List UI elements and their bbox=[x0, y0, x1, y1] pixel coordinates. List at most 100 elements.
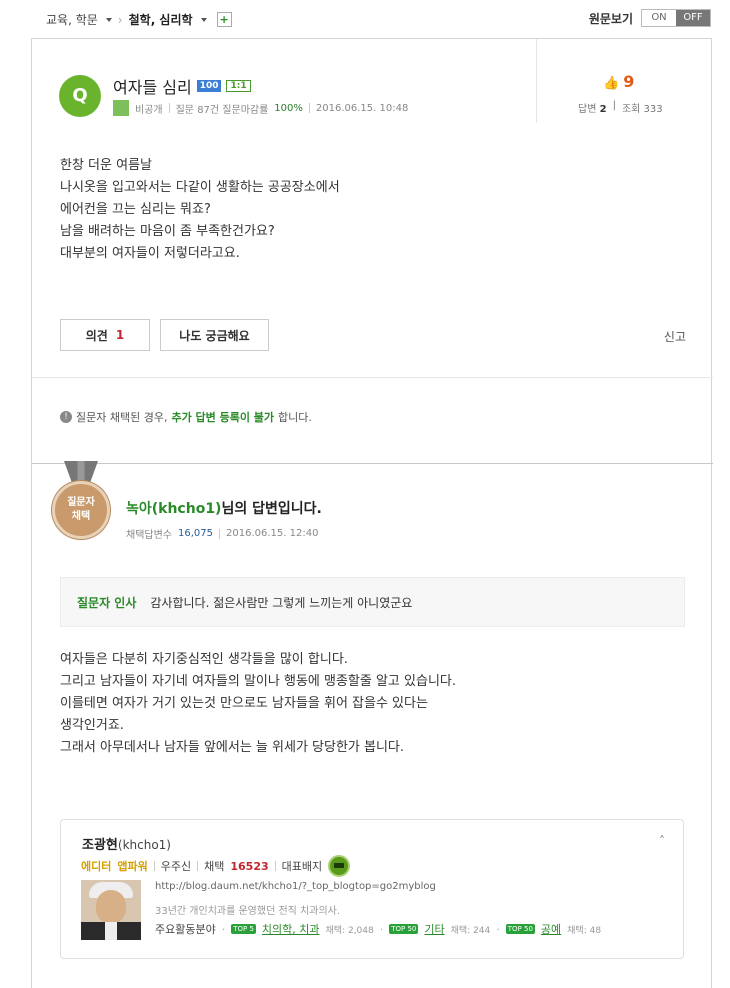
header-divider bbox=[536, 39, 537, 123]
toggle-off-button[interactable]: OFF bbox=[676, 10, 710, 26]
question-actions: 의견 1 나도 궁금해요 신고 bbox=[60, 319, 686, 351]
answer-line: 생각인거죠. bbox=[60, 718, 124, 733]
meta-divider bbox=[153, 861, 155, 871]
adopt-label: 채택 bbox=[204, 860, 225, 873]
field-count: 채택: 48 bbox=[567, 925, 602, 936]
level-name: 우주신 bbox=[160, 860, 192, 873]
answer-line: 여자들은 다분히 자기중심적인 생각들을 많이 합니다. bbox=[60, 652, 348, 667]
blog-link[interactable]: http://blog.daum.net/khcho1/?_top_blogto… bbox=[155, 881, 436, 892]
profile-intro: 33년간 개인치과를 운영했던 전직 치과의사. bbox=[155, 906, 341, 917]
fields-label: 주요활동분야 bbox=[155, 923, 216, 936]
add-category-button[interactable]: + bbox=[216, 12, 232, 27]
adopt-label: 채택답변수 bbox=[126, 530, 172, 541]
rank-badge: TOP 50 bbox=[389, 924, 419, 934]
answer-line: 그래서 아무데서나 남자들 앞에서는 늘 위세가 당당한가 봅니다. bbox=[60, 740, 405, 755]
question-stats: 질문 87건 질문마감률 bbox=[175, 104, 269, 116]
meta-divider bbox=[219, 528, 220, 539]
medal-line2: 채택 bbox=[71, 511, 91, 522]
answer-line: 그리고 남자들이 자기네 여자들의 말이나 행동에 맹종할줄 알고 있습니다. bbox=[60, 674, 456, 689]
breadcrumb-category[interactable]: 교육, 학문 bbox=[46, 11, 98, 28]
activity-fields: 주요활동분야 · TOP 5 치의학, 치과 채택: 2,048 · TOP 5… bbox=[155, 921, 602, 937]
dropdown-arrow-icon[interactable] bbox=[105, 17, 112, 22]
answer-meta: 채택답변수 16,075 2016.06.15. 12:40 bbox=[126, 526, 318, 541]
dropdown-arrow-icon[interactable] bbox=[200, 17, 207, 22]
medal-icon: 질문자 채택 bbox=[52, 481, 110, 539]
info-icon: ! bbox=[60, 411, 72, 423]
question-body: 한창 더운 여름날 나시옷을 입고와서는 다같이 생활하는 공공장소에서 에어컨… bbox=[60, 155, 340, 265]
one-to-one-badge: 1:1 bbox=[226, 80, 251, 92]
profile-name[interactable]: 조광현(khcho1) bbox=[82, 834, 171, 853]
toggle-on-button[interactable]: ON bbox=[642, 10, 676, 26]
question-title-row: 여자들 심리 100 1:1 bbox=[113, 74, 251, 98]
qna-card: Q 여자들 심리 100 1:1 비공개 질문 87건 질문마감률 100% 2… bbox=[31, 38, 713, 988]
question-line: 대부분의 여자들이 저렇더라고요. bbox=[60, 246, 240, 261]
rank-badge: TOP 5 bbox=[231, 924, 256, 934]
opinion-button[interactable]: 의견 1 bbox=[60, 319, 150, 351]
editor-grade: 에디터 bbox=[81, 860, 112, 873]
curious-label: 나도 궁금해요 bbox=[179, 328, 250, 343]
graduation-cap-icon[interactable] bbox=[328, 855, 351, 877]
question-title: 여자들 심리 bbox=[113, 78, 192, 97]
original-view-toggle: 원문보기 ON OFF bbox=[589, 9, 711, 27]
answers-stat: 답변 2 bbox=[578, 104, 607, 115]
rank-badge: TOP 50 bbox=[505, 924, 535, 934]
curious-button[interactable]: 나도 궁금해요 bbox=[160, 319, 269, 351]
field-count: 채택: 244 bbox=[450, 925, 491, 936]
question-line: 에어컨을 끄는 심리는 뭐죠? bbox=[60, 202, 211, 217]
badge-label: 대표배지 bbox=[281, 860, 323, 873]
collapse-icon[interactable]: ˄ bbox=[659, 834, 665, 848]
original-view-label: 원문보기 bbox=[588, 11, 633, 26]
report-link[interactable]: 신고 bbox=[664, 328, 686, 345]
profile-real-name: 조광현 bbox=[82, 838, 118, 853]
power-badge: 앱파워 bbox=[117, 860, 148, 873]
answer-title: 녹아(khcho1)님의 답변입니다. bbox=[126, 498, 322, 518]
meta-divider bbox=[197, 861, 199, 871]
answer-line: 이를테면 여자가 거기 있는것 만으로도 남자들을 휘어 잡을수 있다는 bbox=[60, 696, 428, 711]
thumbs-up-icon[interactable]: 👍 bbox=[603, 76, 619, 91]
adopted-medal: 질문자 채택 bbox=[52, 461, 110, 541]
breadcrumb-current[interactable]: 철학, 심리학 bbox=[129, 11, 193, 28]
question-stats-box: 답변 2 | 조회 333 bbox=[578, 100, 663, 115]
profile-photo[interactable] bbox=[81, 880, 141, 940]
greeting-label: 질문자 인사 bbox=[77, 595, 137, 610]
asker-greeting: 질문자 인사 감사합니다. 젊은사람만 그렇게 느끼는게 아니였군요 bbox=[60, 577, 685, 627]
question-line: 한창 더운 여름날 bbox=[60, 158, 152, 173]
field-link[interactable]: 치의학, 치과 bbox=[262, 921, 320, 937]
stat-separator: | bbox=[612, 100, 616, 111]
top-bar: 교육, 학문 › 철학, 심리학 + 원문보기 ON OFF bbox=[0, 0, 730, 38]
adopt-count: 16,075 bbox=[178, 528, 213, 539]
opinion-count: 1 bbox=[115, 328, 125, 342]
meta-divider bbox=[168, 103, 170, 113]
opinion-label: 의견 bbox=[85, 328, 108, 343]
profile-id: (khcho1) bbox=[117, 838, 171, 852]
like-counter[interactable]: 👍 9 bbox=[603, 72, 634, 91]
adopt-notice: ! 질문자 채택된 경우, 추가 답변 등록이 불가 합니다. bbox=[60, 409, 312, 425]
notice-suffix: 합니다. bbox=[278, 411, 312, 424]
question-header: Q 여자들 심리 100 1:1 비공개 질문 87건 질문마감률 100% 2… bbox=[32, 39, 713, 123]
medal-line1: 질문자 bbox=[67, 497, 95, 508]
answer-divider bbox=[32, 463, 713, 464]
answer-author[interactable]: 녹아(khcho1) bbox=[126, 501, 221, 517]
notice-highlight: 추가 답변 등록이 불가 bbox=[171, 411, 275, 424]
question-author: 비공개 bbox=[135, 104, 163, 116]
adopt-count: 16523 bbox=[230, 859, 269, 873]
answer-date: 2016.06.15. 12:40 bbox=[226, 528, 319, 539]
breadcrumb: 교육, 학문 › 철학, 심리학 + bbox=[46, 11, 232, 28]
answerer-profile: 조광현(khcho1) ˄ 에디터 앱파워 우주신 채택 16523 대표배지 … bbox=[60, 819, 684, 959]
question-icon: Q bbox=[59, 75, 101, 117]
answer-title-suffix: 님의 답변입니다. bbox=[221, 501, 322, 517]
views-stat: 조회 333 bbox=[621, 104, 663, 115]
question-meta: 비공개 질문 87건 질문마감률 100% 2016.06.15. 10:48 bbox=[113, 100, 408, 116]
level-badge: 100 bbox=[196, 80, 222, 92]
greeting-text: 감사합니다. 젊은사람만 그렇게 느끼는게 아니였군요 bbox=[150, 595, 413, 610]
field-count: 채택: 2,048 bbox=[325, 925, 374, 936]
notice-prefix: 질문자 채택된 경우, bbox=[76, 411, 168, 424]
like-count: 9 bbox=[623, 72, 635, 91]
field-link[interactable]: 기타 bbox=[424, 921, 444, 937]
on-off-switch[interactable]: ON OFF bbox=[641, 9, 711, 27]
avatar-icon bbox=[113, 100, 129, 116]
breadcrumb-separator-icon: › bbox=[117, 12, 123, 27]
field-link[interactable]: 공예 bbox=[541, 921, 561, 937]
question-line: 나시옷을 입고와서는 다같이 생활하는 공공장소에서 bbox=[60, 180, 340, 195]
close-rate: 100% bbox=[274, 102, 303, 114]
